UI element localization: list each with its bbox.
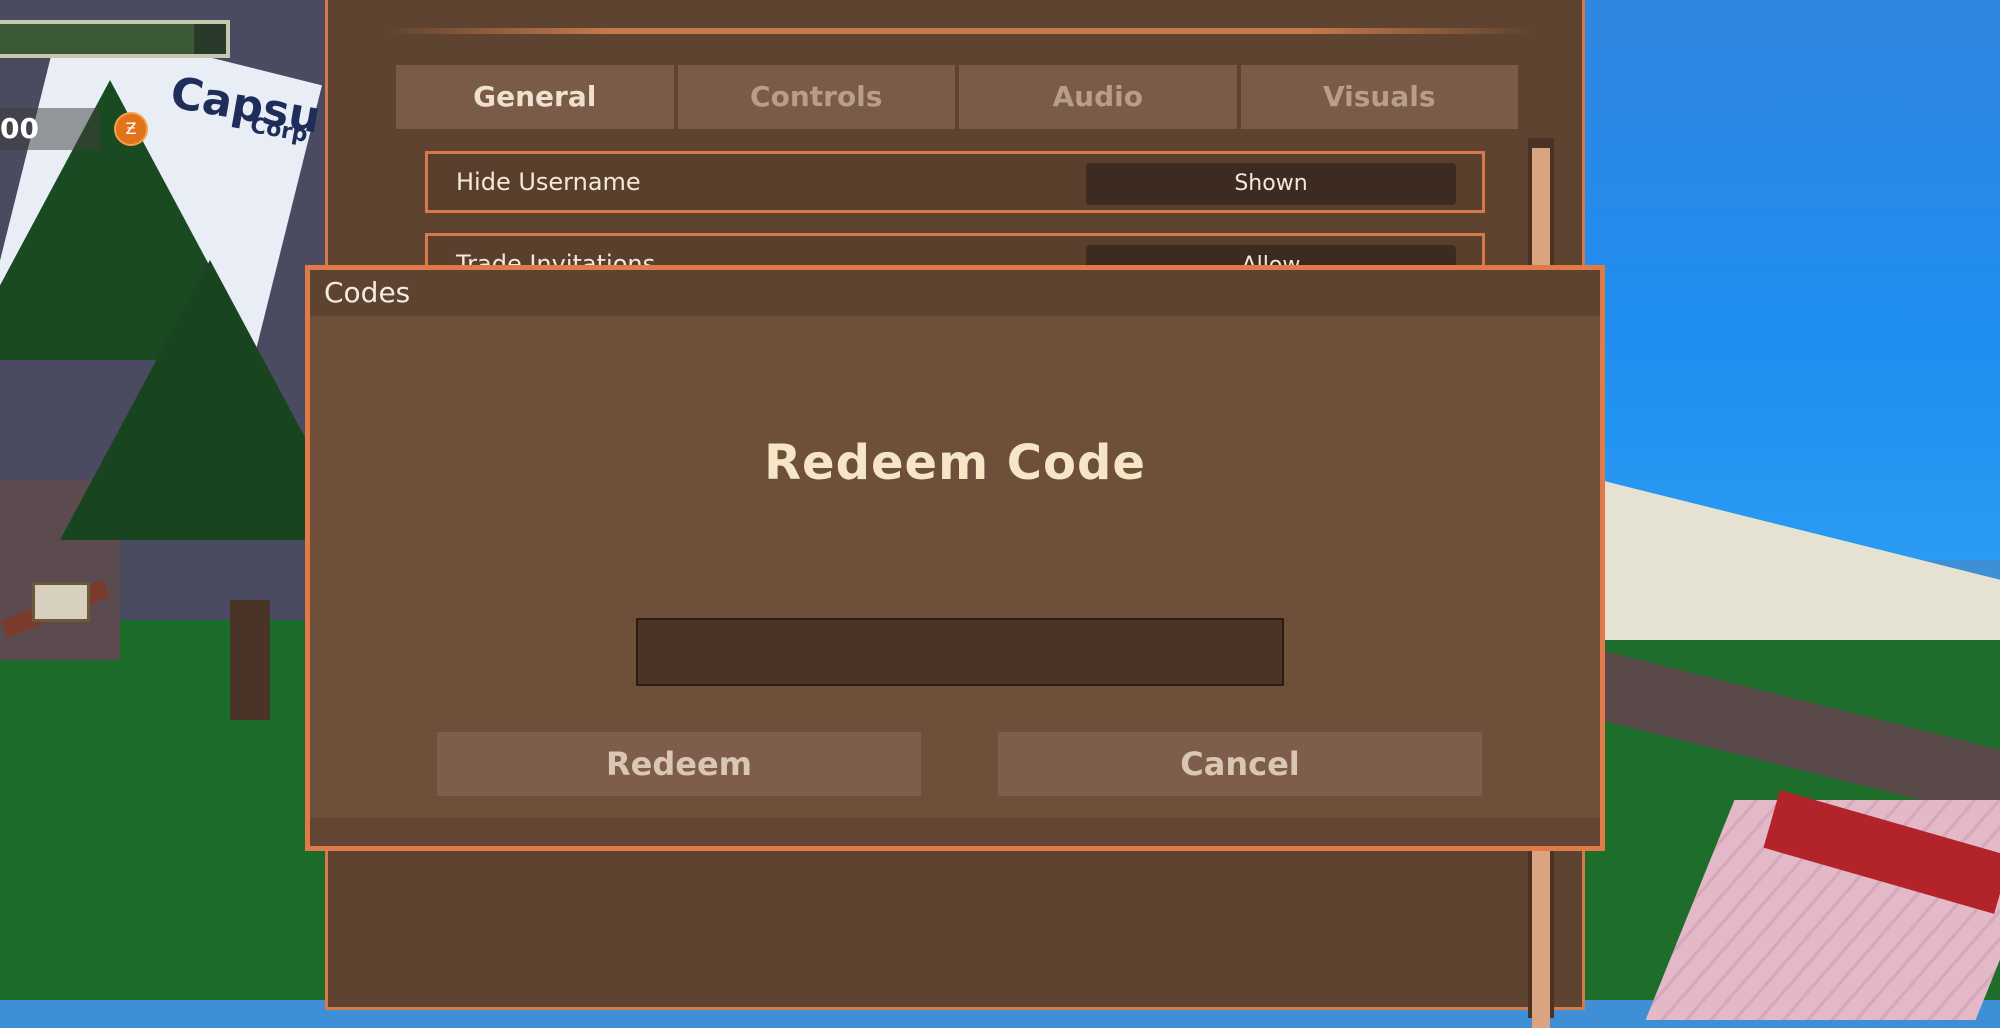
tab-visuals[interactable]: Visuals — [1240, 65, 1518, 129]
settings-divider — [383, 28, 1533, 34]
world-grass-left — [0, 620, 330, 1000]
money-counter: 00 — [0, 108, 100, 150]
tab-audio[interactable]: Audio — [959, 65, 1237, 129]
codes-dialog: Codes Redeem Code Redeem Cancel — [305, 265, 1605, 851]
code-input[interactable] — [636, 618, 1284, 686]
health-bar-fill — [0, 24, 194, 54]
tree-trunk — [230, 600, 270, 720]
health-bar — [0, 20, 230, 58]
tab-controls[interactable]: Controls — [677, 65, 955, 129]
codes-footer — [310, 818, 1600, 846]
settings-tabs: General Controls Audio Visuals — [396, 65, 1518, 129]
codes-title: Codes — [324, 276, 411, 309]
redeem-button[interactable]: Redeem — [437, 732, 921, 796]
coin-counter: 0 — [164, 115, 180, 143]
codes-titlebar: Codes — [310, 270, 1600, 316]
redeem-code-heading: Redeem Code — [764, 435, 1146, 491]
setting-row-hide-username: Hide Username Shown — [425, 151, 1485, 213]
sky — [1560, 0, 2000, 560]
tab-general[interactable]: General — [396, 65, 674, 129]
cancel-button[interactable]: Cancel — [998, 732, 1482, 796]
hide-username-toggle[interactable]: Shown — [1086, 163, 1456, 205]
zeni-coin-icon: Ƶ — [114, 112, 148, 146]
crate — [32, 582, 90, 622]
setting-label: Hide Username — [456, 168, 641, 196]
